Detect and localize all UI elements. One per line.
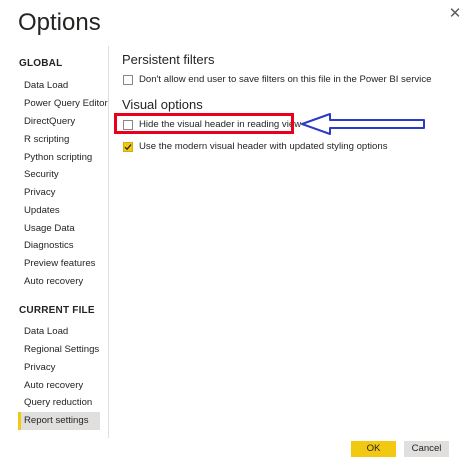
ok-button[interactable]: OK: [351, 441, 396, 457]
left-arrow-icon: [301, 113, 425, 135]
sidebar-item-regional-settings[interactable]: Regional Settings: [18, 341, 100, 359]
sidebar-divider: [108, 46, 109, 438]
sidebar-item-file-auto-recovery[interactable]: Auto recovery: [18, 377, 100, 395]
annotation-highlight-box: [114, 113, 294, 134]
option-modern-visual-header[interactable]: Use the modern visual header with update…: [123, 141, 388, 152]
sidebar-item-usage-data[interactable]: Usage Data: [18, 220, 100, 238]
sidebar-item-global-privacy[interactable]: Privacy: [18, 184, 100, 202]
sidebar-item-query-reduction[interactable]: Query reduction: [18, 394, 100, 412]
sidebar-item-updates[interactable]: Updates: [18, 202, 100, 220]
sidebar-item-directquery[interactable]: DirectQuery: [18, 113, 100, 131]
option-label: Use the modern visual header with update…: [139, 141, 388, 152]
checkbox-modern-visual-header[interactable]: [123, 141, 133, 152]
option-label: Don't allow end user to save filters on …: [139, 74, 432, 85]
section-heading-current-file: CURRENT FILE: [19, 305, 95, 316]
option-dont-allow-save-filters[interactable]: Don't allow end user to save filters on …: [123, 74, 431, 85]
heading-visual-options: Visual options: [122, 97, 203, 112]
sidebar-item-global-data-load[interactable]: Data Load: [18, 77, 100, 95]
sidebar-item-security[interactable]: Security: [18, 166, 100, 184]
sidebar-item-r-scripting[interactable]: R scripting: [18, 131, 100, 149]
checkbox-dont-allow-save-filters[interactable]: [123, 74, 133, 85]
close-button[interactable]: ✕: [440, 2, 470, 24]
sidebar-item-file-privacy[interactable]: Privacy: [18, 359, 100, 377]
sidebar-item-report-settings[interactable]: Report settings: [18, 412, 100, 430]
section-heading-global: GLOBAL: [19, 58, 63, 69]
close-icon: ✕: [448, 5, 462, 22]
sidebar-item-preview-features[interactable]: Preview features: [18, 255, 100, 273]
sidebar-item-power-query-editor[interactable]: Power Query Editor: [18, 95, 108, 113]
cancel-button[interactable]: Cancel: [404, 441, 449, 457]
checkmark-icon: [124, 143, 132, 150]
sidebar-item-file-data-load[interactable]: Data Load: [18, 323, 100, 341]
heading-persistent-filters: Persistent filters: [122, 52, 215, 67]
sidebar-item-diagnostics[interactable]: Diagnostics: [18, 237, 100, 255]
sidebar-item-global-auto-recovery[interactable]: Auto recovery: [18, 273, 100, 291]
sidebar: GLOBAL Data Load Power Query Editor Dire…: [0, 0, 108, 440]
sidebar-item-python-scripting[interactable]: Python scripting: [18, 149, 100, 167]
